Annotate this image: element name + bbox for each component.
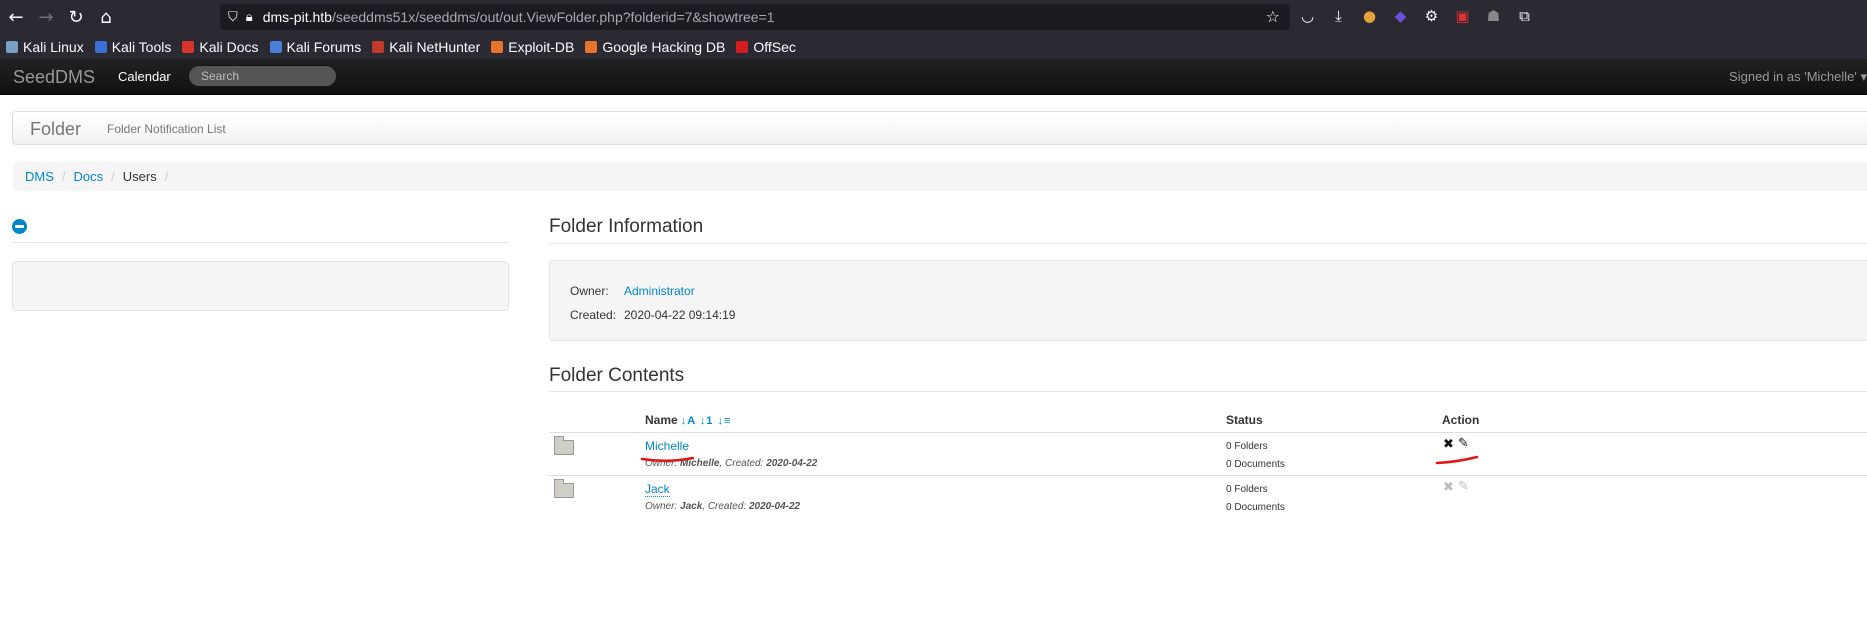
edit-icon: ✎ xyxy=(1458,479,1469,494)
folder-icon[interactable] xyxy=(554,479,574,498)
bookmark-item[interactable]: Kali Linux xyxy=(6,39,84,55)
bookmark-item[interactable]: Kali NetHunter xyxy=(372,39,480,55)
bookmark-item[interactable]: Google Hacking DB xyxy=(585,39,725,55)
owner-link[interactable]: Administrator xyxy=(624,284,695,298)
red-underline-annotation xyxy=(640,456,695,462)
bookmark-item[interactable]: Kali Forums xyxy=(269,38,362,55)
folder-icon[interactable] xyxy=(554,436,574,455)
created-value: 2020-04-22 09:14:19 xyxy=(624,308,736,322)
bookmark-item[interactable]: OffSec xyxy=(736,39,796,55)
subnav-title[interactable]: Folder xyxy=(30,119,81,140)
bookmark-label: Kali Tools xyxy=(111,38,172,55)
breadcrumb-users: Users xyxy=(122,169,157,184)
bookmark-favicon-icon xyxy=(6,40,18,53)
column-header-status: Status xyxy=(1226,413,1263,427)
folder-meta: Owner: Jack, Created: 2020-04-22 xyxy=(645,501,801,512)
bookmark-label: Exploit-DB xyxy=(508,38,575,55)
browser-toolbar: ← → ↻ ⌂ ⛉ 🔒︎ dms-pit.htb/seeddms51x/seed… xyxy=(0,0,1867,34)
extension-badge-icon[interactable]: ◆ xyxy=(1389,4,1412,28)
document-count: 0 Documents xyxy=(1226,502,1285,513)
folder-contents-heading: Folder Contents xyxy=(549,365,685,386)
breadcrumb-dms[interactable]: DMS xyxy=(25,169,54,184)
extensions-icon[interactable]: ⧉ xyxy=(1513,4,1536,28)
bookmark-favicon-icon xyxy=(182,40,195,53)
delete-icon[interactable]: ✖ xyxy=(1443,437,1454,452)
folder-info-panel: Owner: Administrator Created: 2020-04-22… xyxy=(549,260,1867,341)
settings-icon[interactable]: ⚙ xyxy=(1420,4,1443,28)
home-icon[interactable]: ⌂ xyxy=(91,2,121,32)
breadcrumb-docs[interactable]: Docs xyxy=(74,169,104,184)
nav-calendar-link[interactable]: Calendar xyxy=(118,69,171,84)
url-text: dms-pit.htb/seeddms51x/seeddms/out/out.V… xyxy=(262,9,775,25)
bookmark-favicon-icon xyxy=(585,40,598,53)
bookmark-label: Kali Linux xyxy=(23,38,84,55)
folder-info-heading: Folder Information xyxy=(549,216,704,237)
folder-count: 0 Folders xyxy=(1226,484,1268,495)
folder-tree-panel xyxy=(12,261,509,311)
column-header-name: Name ↓A ↓1 ↓≡ xyxy=(645,413,732,427)
delete-icon: ✖ xyxy=(1443,480,1454,495)
bookmark-favicon-icon xyxy=(736,40,749,53)
owner-label: Owner: xyxy=(570,284,609,298)
folder-subnav: Folder Folder Notification List xyxy=(12,111,1867,145)
table-divider xyxy=(549,432,1867,433)
back-icon[interactable]: ← xyxy=(1,2,31,32)
bookmark-favicon-icon xyxy=(269,40,282,53)
divider xyxy=(549,243,1867,244)
folder-notification-link[interactable]: Folder Notification List xyxy=(107,122,226,136)
created-label: Created: xyxy=(570,308,617,322)
bookmark-star-icon[interactable]: ☆ xyxy=(1266,7,1280,26)
collapse-tree-icon[interactable] xyxy=(12,219,27,234)
hackbar-icon[interactable]: ▣ xyxy=(1451,4,1474,28)
edit-icon[interactable]: ✎ xyxy=(1458,436,1469,451)
bookmark-label: Kali Forums xyxy=(286,38,362,55)
bookmark-item[interactable]: Kali Docs xyxy=(182,38,259,55)
red-underline-annotation xyxy=(1435,455,1479,465)
bookmark-label: OffSec xyxy=(753,38,796,55)
bookmark-favicon-icon xyxy=(372,40,385,53)
breadcrumb-separator: / xyxy=(164,169,169,184)
forward-icon[interactable]: → xyxy=(31,2,61,32)
table-divider xyxy=(549,475,1867,476)
folder-count: 0 Folders xyxy=(1226,441,1268,452)
sort-icons[interactable]: ↓A ↓1 ↓≡ xyxy=(681,415,732,427)
document-count: 0 Documents xyxy=(1226,459,1285,470)
bookmark-item[interactable]: Exploit-DB xyxy=(491,39,574,55)
burp-extension-icon[interactable]: ● xyxy=(1358,4,1381,28)
folder-link-jack[interactable]: Jack xyxy=(645,482,670,497)
breadcrumb: DMS / Docs / Users / xyxy=(13,162,1867,191)
breadcrumb-separator: / xyxy=(111,169,115,184)
bookmark-label: Google Hacking DB xyxy=(602,38,726,55)
column-header-action: Action xyxy=(1442,413,1480,427)
url-bar[interactable]: ⛉ 🔒︎ dms-pit.htb/seeddms51x/seeddms/out/… xyxy=(220,4,1290,30)
folder-link-michelle[interactable]: Michelle xyxy=(645,439,689,453)
signed-in-menu[interactable]: Signed in as 'Michelle' ▾ xyxy=(1729,69,1867,85)
bookmark-favicon-icon xyxy=(491,40,504,53)
bookmark-item[interactable]: Kali Tools xyxy=(94,38,172,55)
shield-icon: ⛉ xyxy=(228,9,238,25)
pocket-icon[interactable]: ◡ xyxy=(1296,4,1319,28)
download-icon[interactable]: ⤓ xyxy=(1327,4,1350,28)
lock-icon: 🔒︎ xyxy=(245,9,253,25)
bookmark-label: Kali Docs xyxy=(199,38,259,55)
bookmarks-bar: Kali Linux Kali Tools Kali Docs Kali Forums… xyxy=(0,34,1867,59)
search-input[interactable] xyxy=(188,65,337,87)
divider xyxy=(549,391,1867,392)
bookmark-favicon-icon xyxy=(94,40,107,53)
reload-icon[interactable]: ↻ xyxy=(61,2,91,32)
divider xyxy=(12,242,509,243)
bookmark-label: Kali NetHunter xyxy=(389,38,481,55)
breadcrumb-separator: / xyxy=(61,169,66,184)
app-navbar: SeedDMS Calendar Signed in as 'Michelle'… xyxy=(0,59,1867,95)
brand-logo[interactable]: SeedDMS xyxy=(13,67,95,88)
ninja-icon[interactable]: ☗ xyxy=(1482,4,1505,28)
